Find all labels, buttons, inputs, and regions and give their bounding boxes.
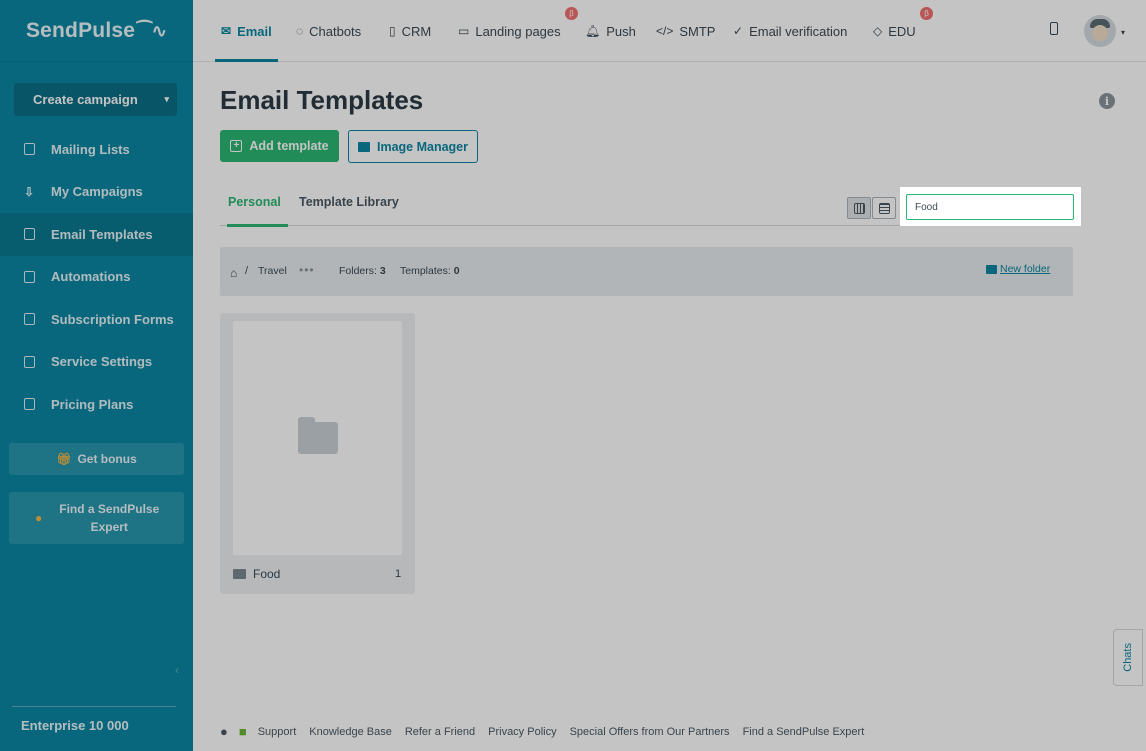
envelope-icon: ✉ (221, 24, 232, 38)
gift-icon: 🎁︎ (56, 452, 72, 466)
template-icon (22, 227, 36, 241)
footer-link-refer-a-friend[interactable]: Refer a Friend (405, 726, 475, 738)
settings-grid-icon (22, 355, 36, 369)
folder-plus-icon (986, 264, 997, 274)
info-icon[interactable]: i (1099, 93, 1115, 109)
tab-email[interactable]: ✉ Email (215, 0, 278, 62)
person-icon: ● (35, 511, 43, 525)
footer-link-find-expert[interactable]: Find a SendPulse Expert (743, 726, 865, 738)
plan-label[interactable]: Enterprise 10 000 (21, 718, 129, 733)
campaign-tray-icon: ⇩ (23, 184, 35, 199)
sidebar: SendPulse ⁀∿ Create campaign ▾ Mailing Li… (0, 0, 193, 751)
top-nav: ✉ Email ◌ Chatbots ▯ CRM ▭ Landing pages… (193, 0, 1146, 62)
tab-edu[interactable]: ◇ EDU (873, 0, 916, 62)
image-manager-button[interactable]: Image Manager (348, 130, 478, 163)
breadcrumb: ⌂ / Travel ••• Folders: 3 Templates: 0 N… (220, 247, 1073, 296)
plus-icon: + (230, 140, 243, 152)
sidebar-item-automations[interactable]: Automations (0, 256, 193, 299)
chevron-down-icon[interactable]: ▾ (1121, 28, 1125, 37)
home-icon[interactable]: ⌂ (230, 266, 237, 280)
footer: ● ■ Support Knowledge Base Refer a Frien… (220, 724, 877, 739)
apple-icon[interactable]: ● (220, 724, 228, 739)
collapse-sidebar-icon[interactable]: ‹ (175, 663, 179, 677)
create-campaign-button[interactable]: Create campaign ▾ (14, 83, 177, 116)
search-input[interactable] (906, 194, 1074, 220)
footer-link-knowledge-base[interactable]: Knowledge Base (309, 726, 392, 738)
folder-template-count: 1 (395, 568, 402, 580)
add-template-button[interactable]: + Add template (220, 130, 339, 162)
tab-template-library[interactable]: Template Library (299, 195, 399, 209)
tab-crm[interactable]: ▯ CRM (389, 0, 431, 62)
breadcrumb-travel[interactable]: Travel (258, 265, 287, 277)
sidebar-item-mailing-lists[interactable]: Mailing Lists (0, 128, 193, 171)
folder-icon (233, 569, 246, 579)
get-bonus-button[interactable]: 🎁︎ Get bonus (9, 443, 184, 475)
mobile-app-icon[interactable] (1050, 22, 1058, 35)
wallet-icon (22, 397, 36, 411)
landing-page-icon: ▭ (458, 24, 470, 38)
more-options-icon[interactable]: ••• (299, 263, 315, 277)
grid-view-toggle[interactable] (847, 197, 871, 219)
check-circle-icon: ✓ (733, 24, 744, 38)
footer-link-privacy-policy[interactable]: Privacy Policy (488, 726, 556, 738)
find-expert-button[interactable]: ● Find a SendPulse Expert (9, 492, 184, 544)
tab-push[interactable]: 🔔︎ Push (585, 0, 636, 62)
sidebar-item-subscription-forms[interactable]: Subscription Forms (0, 298, 193, 341)
folder-name: Food (233, 567, 280, 581)
form-icon (22, 312, 36, 326)
divider (12, 706, 176, 707)
beta-badge: β (565, 7, 578, 20)
main-content: Email Templates i + Add template Image M… (193, 63, 1146, 751)
list-book-icon (22, 142, 36, 156)
grid-icon (853, 202, 865, 214)
folder-card-food[interactable]: Food 1 (220, 313, 415, 594)
tab-smtp[interactable]: </> SMTP (656, 0, 715, 62)
tab-landing-pages[interactable]: ▭ Landing pages (458, 0, 561, 62)
android-icon[interactable]: ■ (239, 724, 247, 739)
sidebar-nav: Mailing Lists ⇩ My Campaigns Email Templ… (0, 128, 193, 426)
automation-icon (22, 270, 36, 284)
folder-icon (357, 141, 370, 152)
sidebar-item-pricing-plans[interactable]: Pricing Plans (0, 383, 193, 426)
beta-badge: β (920, 7, 933, 20)
avatar[interactable] (1084, 15, 1116, 47)
footer-link-support[interactable]: Support (258, 726, 297, 738)
sidebar-item-email-templates[interactable]: Email Templates (0, 213, 193, 256)
crm-icon: ▯ (389, 24, 396, 38)
tab-personal[interactable]: Personal (227, 195, 288, 227)
folder-icon (297, 417, 338, 454)
page-title: Email Templates (220, 85, 424, 115)
sidebar-item-service-settings[interactable]: Service Settings (0, 341, 193, 384)
list-icon (878, 202, 890, 214)
folder-preview (233, 321, 402, 555)
logo-bar: SendPulse ⁀∿ (0, 0, 193, 62)
chats-tab[interactable]: Chats (1113, 629, 1143, 686)
graduation-cap-icon: ◇ (873, 24, 883, 38)
tab-chatbots[interactable]: ◌ Chatbots (296, 0, 361, 62)
code-icon: </> (656, 24, 674, 38)
new-folder-link[interactable]: New folder (986, 263, 1050, 275)
sendpulse-logo[interactable]: SendPulse ⁀∿ (26, 19, 167, 43)
list-view-toggle[interactable] (872, 197, 896, 219)
sidebar-item-my-campaigns[interactable]: ⇩ My Campaigns (0, 171, 193, 214)
footer-link-special-offers[interactable]: Special Offers from Our Partners (570, 726, 730, 738)
chat-bubble-icon: ◌ (296, 24, 304, 38)
chevron-down-icon: ▾ (164, 94, 169, 104)
templates-count: Templates: 0 (400, 265, 460, 277)
folders-count: Folders: 3 (339, 265, 386, 277)
bell-icon: 🔔︎ (585, 24, 601, 38)
tab-email-verification[interactable]: ✓ Email verification (733, 0, 847, 62)
